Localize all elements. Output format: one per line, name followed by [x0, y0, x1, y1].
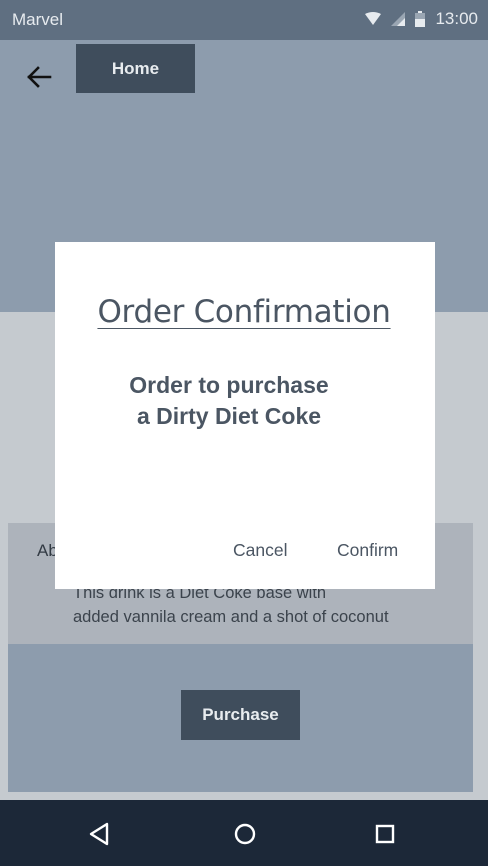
arrow-left-icon[interactable]: [24, 62, 54, 92]
dialog-message-line: Order to purchase: [129, 372, 329, 398]
wifi-icon: [365, 12, 382, 25]
carrier-label: Marvel: [12, 10, 64, 29]
status-bar: Marvel 13:00: [0, 0, 488, 40]
battery-icon: [415, 11, 426, 27]
clock: 13:00: [435, 9, 478, 28]
confirm-button[interactable]: Confirm: [337, 540, 398, 561]
order-confirmation-dialog: Order Confirmation Order to purchase a D…: [55, 242, 435, 589]
square-recents-icon[interactable]: [371, 820, 399, 848]
purchase-button[interactable]: Purchase: [181, 690, 300, 740]
home-button[interactable]: Home: [76, 44, 195, 93]
cancel-button[interactable]: Cancel: [233, 540, 287, 561]
navigation-bar: [0, 800, 488, 866]
status-icons: 13:00: [365, 9, 478, 29]
dialog-message-line: a Dirty Diet Coke: [136, 403, 322, 429]
dialog-title: Order Confirmation: [97, 294, 391, 330]
circle-home-icon[interactable]: [231, 820, 259, 848]
description-line: added vannila cream and a shot of coconu…: [73, 608, 389, 626]
triangle-back-icon[interactable]: [85, 820, 113, 848]
signal-icon: [391, 12, 406, 26]
dialog-message: Order to purchase a Dirty Diet Coke: [55, 370, 403, 432]
